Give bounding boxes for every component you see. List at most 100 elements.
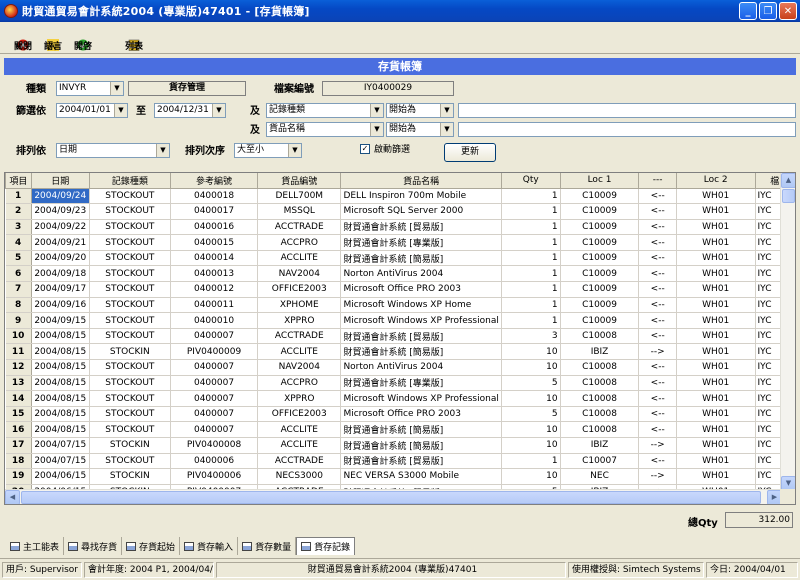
table-cell[interactable]: PIV0400008 bbox=[170, 437, 259, 454]
row-number[interactable]: 12 bbox=[5, 359, 32, 376]
column-header[interactable]: Qty bbox=[500, 173, 561, 189]
table-cell[interactable]: Microsoft SQL Server 2000 bbox=[340, 203, 502, 220]
table-row[interactable]: 5 2004/09/20 STOCKOUT 0400014 ACCLITE 財貿通會計系統… bbox=[5, 250, 795, 267]
table-cell[interactable]: 財貿通會計系統 [簡易版] bbox=[340, 437, 502, 454]
table-cell[interactable]: 1 bbox=[501, 297, 561, 314]
column-header[interactable]: 貨品編號 bbox=[257, 173, 342, 189]
minimize-button[interactable]: _ bbox=[739, 2, 757, 20]
table-cell[interactable]: 2004/09/18 bbox=[31, 265, 90, 283]
table-cell[interactable]: 0400006 bbox=[170, 453, 259, 470]
table-cell[interactable]: STOCKOUT bbox=[89, 281, 171, 298]
table-cell[interactable]: 1 bbox=[501, 234, 561, 251]
horizontal-scroll-thumb[interactable] bbox=[21, 491, 761, 504]
column-header[interactable]: 日期 bbox=[30, 173, 90, 189]
column-header[interactable]: Loc 1 bbox=[559, 173, 640, 189]
table-row[interactable]: 1 2004/09/24 STOCKOUT 0400018 DELL700M DELL I… bbox=[5, 188, 795, 205]
table-cell[interactable]: WH01 bbox=[676, 437, 756, 454]
table-cell[interactable]: WH01 bbox=[676, 406, 756, 423]
table-cell[interactable]: C10009 bbox=[560, 219, 640, 236]
table-cell[interactable]: STOCKOUT bbox=[89, 265, 171, 283]
table-cell[interactable]: 0400014 bbox=[170, 250, 259, 267]
table-cell[interactable]: WH01 bbox=[676, 188, 756, 205]
table-cell[interactable]: 5 bbox=[501, 406, 561, 423]
table-cell[interactable]: 0400010 bbox=[170, 312, 259, 329]
table-cell[interactable]: <-- bbox=[638, 312, 677, 329]
table-cell[interactable]: NEC VERSA S3000 Mobile bbox=[340, 468, 502, 485]
table-cell[interactable]: NECS3000 bbox=[257, 468, 342, 485]
open-button[interactable]: 開啓 bbox=[70, 23, 96, 53]
table-cell[interactable]: <-- bbox=[638, 265, 677, 283]
tab-4[interactable]: 貨存數量 bbox=[238, 537, 297, 555]
table-cell[interactable]: 1 bbox=[501, 453, 561, 470]
table-cell[interactable]: C10008 bbox=[560, 375, 640, 392]
table-cell[interactable]: STOCKOUT bbox=[89, 250, 171, 267]
row-number[interactable]: 7 bbox=[5, 281, 32, 298]
table-cell[interactable]: ACCLITE bbox=[257, 437, 342, 454]
column-header[interactable]: 項目 bbox=[5, 173, 32, 189]
table-row[interactable]: 2 2004/09/23 STOCKOUT 0400017 MSSQL Microsoft… bbox=[5, 203, 795, 220]
table-cell[interactable]: ACCTRADE bbox=[257, 219, 342, 236]
table-cell[interactable]: DELL700M bbox=[257, 188, 342, 205]
table-cell[interactable]: <-- bbox=[638, 359, 677, 376]
table-row[interactable]: 8 2004/09/16 STOCKOUT 0400011 XPHOME Microsof… bbox=[5, 297, 795, 314]
table-cell[interactable]: STOCKOUT bbox=[89, 312, 171, 329]
table-cell[interactable]: C10008 bbox=[560, 328, 640, 345]
row-number[interactable]: 15 bbox=[5, 406, 32, 423]
table-cell[interactable]: 2004/09/15 bbox=[31, 312, 90, 329]
table-cell[interactable]: XPPRO bbox=[257, 312, 342, 329]
table-cell[interactable]: 0400007 bbox=[170, 421, 259, 438]
table-cell[interactable]: STOCKOUT bbox=[89, 421, 171, 438]
table-cell[interactable]: 財貿通會計系統 [貿易版] bbox=[340, 328, 502, 345]
table-row[interactable]: 12 2004/08/15 STOCKOUT 0400007 NAV2004 Norton… bbox=[5, 359, 795, 376]
app-icon[interactable] bbox=[4, 4, 18, 18]
restore-button[interactable]: ❐ bbox=[759, 2, 777, 20]
table-cell[interactable]: 0400013 bbox=[170, 265, 259, 283]
table-cell[interactable]: STOCKIN bbox=[89, 343, 171, 361]
table-cell[interactable]: XPHOME bbox=[257, 297, 342, 314]
table-cell[interactable]: WH01 bbox=[676, 421, 756, 438]
tab-1[interactable]: 尋找存貨 bbox=[64, 537, 123, 555]
table-cell[interactable]: PIV0400006 bbox=[170, 468, 259, 485]
table-cell[interactable]: WH01 bbox=[676, 359, 756, 376]
table-cell[interactable]: 2004/09/16 bbox=[31, 297, 90, 314]
table-cell[interactable]: 0400007 bbox=[170, 390, 259, 407]
row-number[interactable]: 10 bbox=[5, 328, 32, 345]
sort-by-select[interactable]: 日期 ▼ bbox=[56, 143, 170, 158]
table-cell[interactable]: Microsoft Windows XP Professional bbox=[340, 312, 502, 329]
table-cell[interactable]: 0400007 bbox=[170, 328, 259, 345]
table-cell[interactable]: --> bbox=[638, 343, 677, 361]
table-cell[interactable]: C10008 bbox=[560, 406, 640, 423]
table-cell[interactable]: OFFICE2003 bbox=[257, 281, 342, 298]
table-cell[interactable]: 2004/06/15 bbox=[31, 468, 90, 485]
table-cell[interactable]: 1 bbox=[501, 219, 561, 236]
table-cell[interactable]: 1 bbox=[501, 281, 561, 298]
table-cell[interactable]: ACCTRADE bbox=[257, 453, 342, 470]
table-cell[interactable]: 0400007 bbox=[170, 359, 259, 376]
table-cell[interactable]: STOCKOUT bbox=[89, 328, 171, 345]
table-row[interactable]: 17 2004/07/15 STOCKIN PIV0400008 ACCLITE 財貿通會… bbox=[5, 437, 795, 454]
table-cell[interactable]: 2004/08/15 bbox=[31, 375, 90, 392]
sort-order-select[interactable]: 大至小 ▼ bbox=[234, 143, 302, 158]
table-row[interactable]: 13 2004/08/15 STOCKOUT 0400007 ACCPRO 財貿通會計系統… bbox=[5, 375, 795, 392]
table-cell[interactable]: <-- bbox=[638, 234, 677, 251]
table-cell[interactable]: 財貿通會計系統 [專業版] bbox=[340, 375, 502, 392]
vertical-scrollbar[interactable]: ▲ ▼ bbox=[780, 173, 795, 491]
table-cell[interactable]: IBIZ bbox=[560, 437, 640, 454]
table-cell[interactable]: 財貿通會計系統 [貿易版] bbox=[340, 453, 502, 470]
table-cell[interactable]: ACCTRADE bbox=[257, 328, 342, 345]
scroll-left-icon[interactable]: ◀ bbox=[5, 490, 20, 504]
table-cell[interactable]: 0400015 bbox=[170, 234, 259, 251]
table-cell[interactable]: WH01 bbox=[676, 375, 756, 392]
condition2-operator-select[interactable]: 開始為 ▼ bbox=[386, 122, 454, 137]
table-cell[interactable]: ACCPRO bbox=[257, 375, 342, 392]
table-cell[interactable]: WH01 bbox=[676, 234, 756, 251]
row-number[interactable]: 19 bbox=[5, 468, 32, 485]
table-cell[interactable]: 5 bbox=[501, 375, 561, 392]
table-cell[interactable]: 2004/07/15 bbox=[31, 437, 90, 454]
table-cell[interactable]: 1 bbox=[501, 265, 561, 283]
table-cell[interactable]: 2004/08/15 bbox=[31, 359, 90, 376]
table-cell[interactable]: WH01 bbox=[676, 250, 756, 267]
table-cell[interactable]: Microsoft Windows XP Home bbox=[340, 297, 502, 314]
row-number[interactable]: 2 bbox=[5, 203, 32, 220]
table-cell[interactable]: STOCKOUT bbox=[89, 359, 171, 376]
